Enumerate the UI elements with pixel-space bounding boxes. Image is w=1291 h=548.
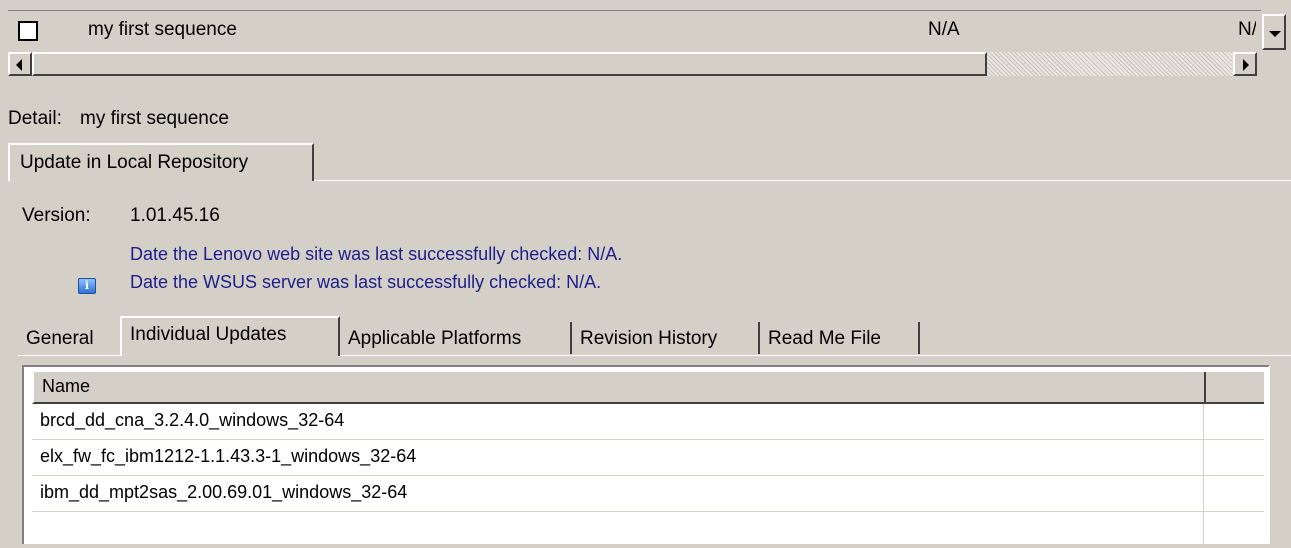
sequence-col3-value: N/A [1238,19,1256,40]
table-row[interactable]: ibm_dd_mpt2sas_2.00.69.01_windows_32-64 [32,476,1264,512]
detail-value: my first sequence [80,108,229,129]
scrollbar-thumb[interactable] [32,52,987,76]
lenovo-check-message: Date the Lenovo web site was last succes… [130,244,623,264]
column-header-name[interactable]: Name [34,372,1206,402]
sequence-row[interactable]: my first sequence N/A N/A [8,12,1261,52]
table-header: Name [32,370,1264,404]
scroll-right-arrow-icon[interactable] [1233,52,1257,76]
table-row-empty [32,512,1264,548]
scroll-left-arrow-icon[interactable] [8,52,32,76]
tab-pane-border-right [340,355,1291,356]
tab-pane-border [314,180,1291,181]
sequence-table-divider [8,10,1261,11]
empty-cell [32,512,1204,547]
info-icon: i [78,278,96,294]
tab-applicable-platforms[interactable]: Applicable Platforms [340,322,572,354]
sequence-checkbox[interactable] [18,21,38,41]
column-header-extra[interactable] [1206,372,1264,402]
tab-read-me-file[interactable]: Read Me File [760,322,920,354]
version-value: 1.01.45.16 [130,205,220,226]
tab-general[interactable]: General [18,322,118,354]
version-label: Version: [22,205,91,226]
tab-revision-history[interactable]: Revision History [572,322,760,354]
wsus-check-message: Date the WSUS server was last successful… [130,272,602,292]
column-chooser-dropdown-button[interactable] [1262,14,1286,50]
tab-update-in-local-repository[interactable]: Update in Local Repository [8,143,314,181]
tab-pane-border-left [18,355,120,356]
tab-individual-updates[interactable]: Individual Updates [120,316,340,356]
update-name-cell: elx_fw_fc_ibm1212-1.1.43.3-1_windows_32-… [32,440,1204,475]
detail-label: Detail: [8,108,62,129]
scrollbar-track[interactable] [987,52,1233,76]
horizontal-scrollbar[interactable] [8,52,1257,78]
table-row[interactable]: brcd_dd_cna_3.2.4.0_windows_32-64 [32,404,1264,440]
sequence-name: my first sequence [88,19,237,40]
update-name-cell: ibm_dd_mpt2sas_2.00.69.01_windows_32-64 [32,476,1204,511]
individual-updates-table: Name brcd_dd_cna_3.2.4.0_windows_32-64 e… [22,365,1270,547]
table-row[interactable]: elx_fw_fc_ibm1212-1.1.43.3-1_windows_32-… [32,440,1264,476]
update-name-cell: brcd_dd_cna_3.2.4.0_windows_32-64 [32,404,1204,439]
sequence-col2-value: N/A [928,19,960,40]
